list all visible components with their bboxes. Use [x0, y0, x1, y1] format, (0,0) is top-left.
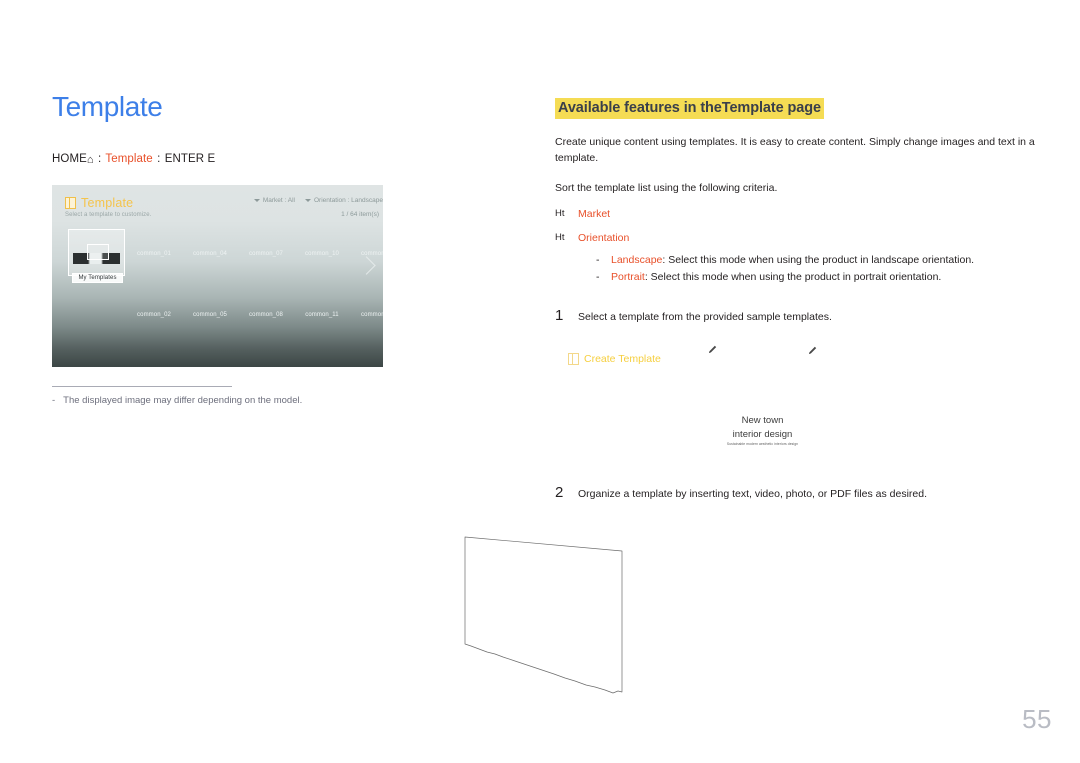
my-templates-thumbnail: [73, 244, 120, 264]
canvas-subheading: Sustainable modern aesthetic interiors d…: [726, 442, 799, 446]
pencil-icon: [808, 346, 817, 355]
create-template-label: Create Template: [584, 353, 661, 366]
template-grid-item[interactable]: common_04: [182, 251, 238, 257]
template-grid: common_01 common_04 common_07 common_10comm…: [126, 229, 383, 367]
chevron-down-icon: [253, 199, 260, 202]
template-canvas-preview: New town interior design Sustainable mod…: [655, 332, 870, 462]
mockup-filter-bar: Market : All Orientation : Landscape: [253, 197, 383, 204]
section-heading-wrap: Available features in theTemplate page: [555, 98, 1077, 120]
bullet-marker: Ht: [555, 208, 565, 220]
step-number: 2: [555, 484, 564, 501]
template-grid-item[interactable]: common_02: [126, 312, 182, 318]
sub-bullet-text: Landscape: Select this mode when using t…: [611, 252, 974, 269]
display-outline-illustration: [455, 525, 670, 705]
breadcrumb-separator-1: :: [97, 152, 102, 165]
template-grid-item[interactable]: common_14: [350, 312, 383, 318]
canvas-heading: New town interior design: [655, 414, 870, 442]
section-heading: Available features in theTemplate page: [555, 98, 824, 119]
template-grid-item[interactable]: common_11: [294, 312, 350, 318]
mockup-note: - The displayed image may differ dependi…: [52, 395, 392, 407]
home-icon: ⌂: [86, 153, 94, 166]
canvas-heading-line-2: interior design: [732, 428, 793, 440]
mockup-header: Template Select a template to customize.…: [52, 185, 383, 229]
divider: [52, 386, 232, 387]
template-screen-mockup: Template Select a template to customize.…: [52, 185, 383, 367]
right-column: Available features in theTemplate page C…: [555, 98, 1077, 366]
template-grid-item[interactable]: common_10: [294, 251, 350, 257]
step-text: Organize a template by inserting text, v…: [578, 488, 928, 500]
breadcrumb-item-template[interactable]: Template: [105, 153, 152, 165]
page-number: 55: [1022, 704, 1052, 734]
sub-bullet-dash: -: [596, 253, 600, 266]
sub-bullet-desc-portrait: : Select this mode when using the produc…: [644, 270, 942, 283]
bullet-marker: Ht: [555, 231, 565, 243]
sub-bullet-text: Portrait: Select this mode when using th…: [611, 269, 941, 286]
note-text: The displayed image may differ depending…: [63, 395, 303, 406]
chevron-down-icon: [304, 199, 311, 202]
breadcrumb: HOME⌂ : Template : ENTER E: [52, 152, 512, 166]
template-grid-item[interactable]: common_05: [182, 312, 238, 318]
step-2: 2 Organize a template by inserting text,…: [555, 484, 1077, 503]
bullet-label-orientation: Orientation: [578, 231, 630, 244]
sort-criteria-line: Sort the template list using the followi…: [555, 182, 778, 195]
sub-bullet-term-landscape: Landscape: [611, 253, 663, 266]
left-column: Template HOME⌂ : Template : ENTER E: [52, 91, 512, 166]
template-grid-item[interactable]: common_01: [126, 251, 182, 257]
sub-bullet-desc-landscape: : Select this mode when using the produc…: [662, 253, 975, 266]
bullet-label-market: Market: [578, 208, 611, 221]
template-page-icon: [568, 353, 579, 366]
intro-paragraph: Create unique content using templates. I…: [555, 135, 1035, 165]
sub-bullet-list: - Landscape: Select this mode when using…: [555, 252, 1077, 286]
sub-bullet-term-portrait: Portrait: [611, 270, 645, 283]
note-dash: -: [52, 395, 56, 406]
breadcrumb-home-label: HOME: [52, 152, 87, 165]
mockup-note-block: - The displayed image may differ dependi…: [52, 386, 392, 407]
mockup-item-count: 1 / 64 item(s): [341, 211, 379, 218]
template-grid-item[interactable]: common_07: [238, 251, 294, 257]
sub-bullet-landscape: - Landscape: Select this mode when using…: [596, 252, 1077, 269]
breadcrumb-enter-label: ENTER E: [164, 152, 216, 165]
mockup-title: Template: [81, 196, 134, 210]
mockup-subtitle: Select a template to customize.: [65, 212, 152, 218]
filter-orientation-label: Orientation : Landscape: [313, 197, 383, 204]
bullet-orientation: Ht Orientation: [555, 231, 1077, 247]
my-templates-card[interactable]: My Templates: [68, 229, 125, 283]
step-text: Select a template from the provided samp…: [578, 310, 832, 323]
template-grid-item[interactable]: common_08: [238, 312, 294, 318]
sub-bullet-dash: -: [596, 270, 600, 283]
breadcrumb-separator-2: :: [157, 152, 161, 165]
page-title: Template: [52, 91, 163, 122]
canvas-heading-line-1: New town: [741, 415, 784, 426]
filter-market-label: Market : All: [262, 197, 295, 204]
filter-market[interactable]: Market : All: [253, 197, 295, 204]
step-1: 1 Select a template from the provided sa…: [555, 307, 1077, 326]
sub-bullet-portrait: - Portrait: Select this mode when using …: [596, 269, 1077, 286]
my-templates-label: My Templates: [72, 273, 123, 283]
bullet-market: Ht Market: [555, 207, 1077, 223]
filter-orientation[interactable]: Orientation : Landscape: [304, 197, 383, 204]
step-number: 1: [555, 306, 564, 324]
mockup-title-row: Template: [65, 196, 133, 210]
template-icon: [65, 197, 76, 209]
pencil-icon: [708, 345, 717, 354]
